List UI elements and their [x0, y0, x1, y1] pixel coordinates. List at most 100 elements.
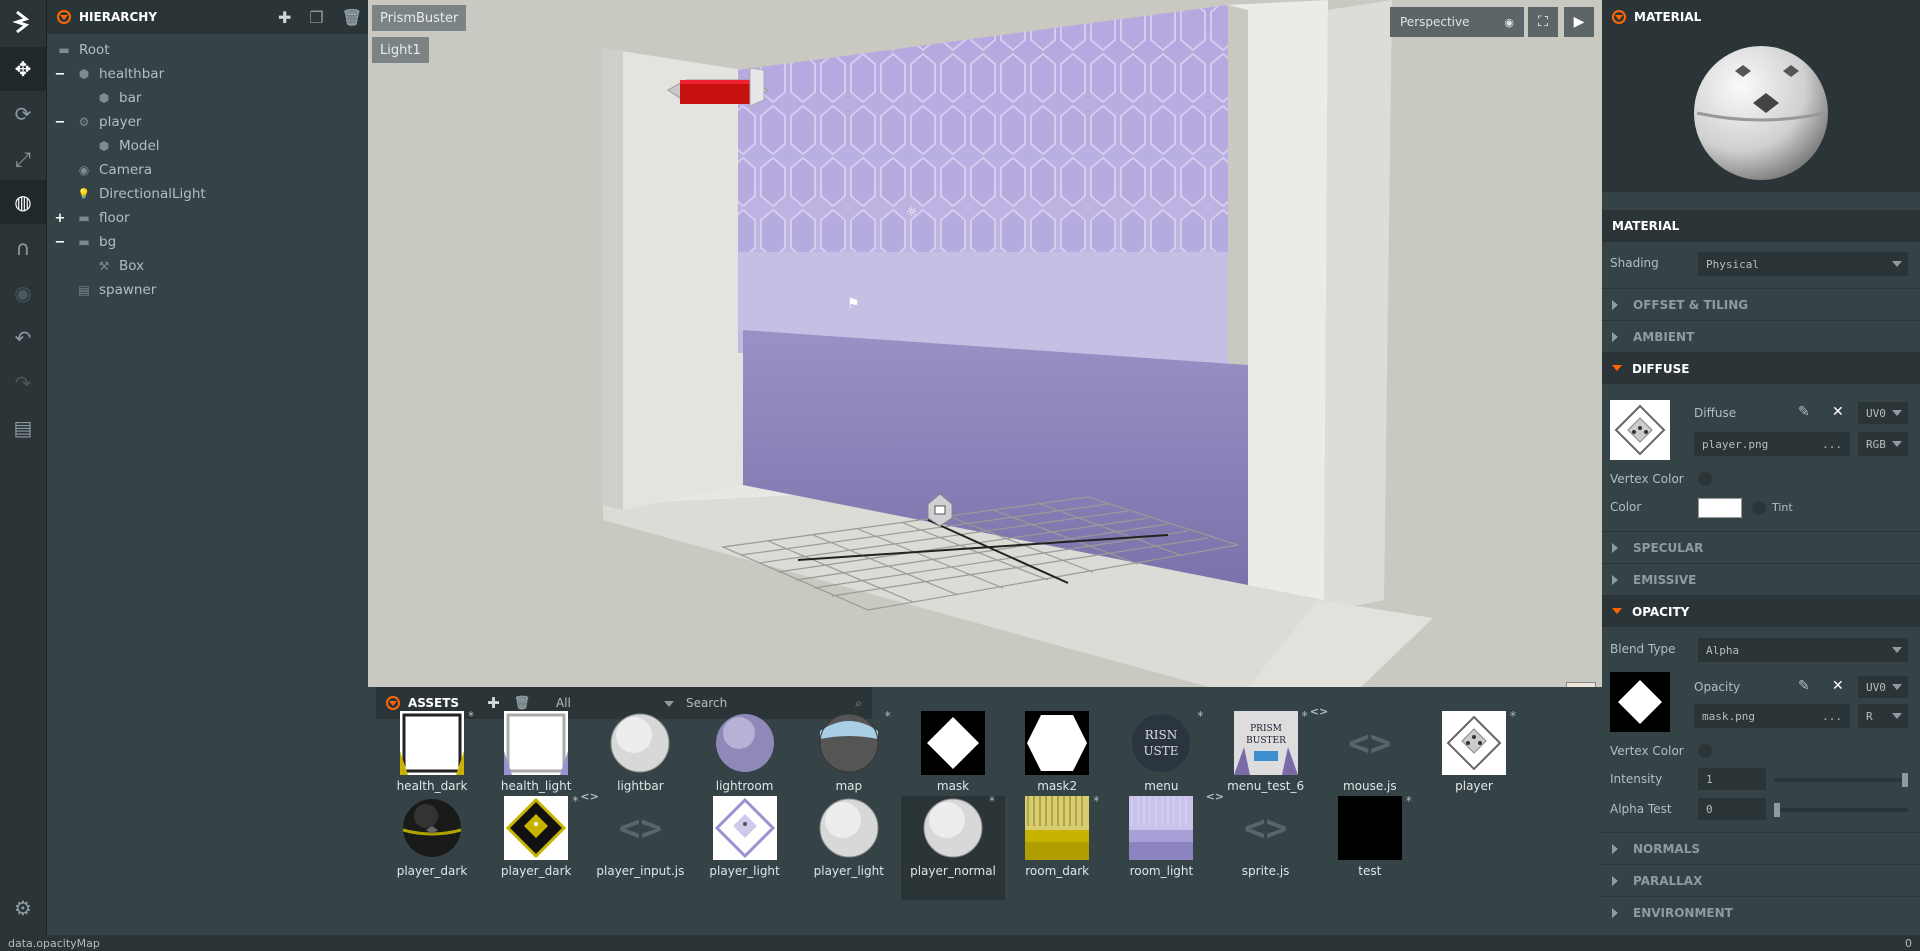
normals-section[interactable]: NORMALS: [1602, 832, 1920, 864]
diffuse-uv-select[interactable]: UV0: [1858, 402, 1908, 424]
delete-icon[interactable]: 🗑: [342, 8, 362, 27]
rotate-tool-icon[interactable]: ⟳: [0, 92, 46, 136]
asset-label: mouse.js: [1342, 779, 1397, 793]
diffuse-vertex-color-checkbox[interactable]: [1698, 472, 1712, 486]
diffuse-tint-checkbox[interactable]: [1752, 501, 1766, 515]
intensity-input[interactable]: 1: [1698, 768, 1766, 790]
opacity-uv-select[interactable]: UV0: [1858, 676, 1908, 698]
shading-select[interactable]: Physical: [1698, 252, 1908, 276]
diffuse-section[interactable]: DIFFUSE: [1602, 352, 1920, 384]
intensity-slider-handle[interactable]: [1902, 773, 1908, 787]
launch-play-icon[interactable]: ▶: [1564, 7, 1594, 37]
settings-gear-icon[interactable]: ⚙: [0, 886, 46, 930]
diffuse-thumbnail[interactable]: [1610, 400, 1670, 460]
tree-item-box[interactable]: ⚒ Box: [47, 254, 368, 278]
modified-star: *: [468, 709, 474, 723]
gear-icon: ⚙: [78, 115, 90, 129]
snap-magnet-icon[interactable]: ∩: [0, 226, 46, 270]
duplicate-icon[interactable]: ❐: [309, 8, 323, 27]
asset-tile[interactable]: player_light: [797, 796, 901, 900]
tree-item-bg[interactable]: − ▬ bg: [47, 230, 368, 254]
asset-label: room_dark: [1025, 864, 1090, 878]
camera-select[interactable]: Perspective ◉: [1390, 7, 1524, 37]
specular-section[interactable]: SPECULAR: [1602, 531, 1920, 563]
playcanvas-logo-icon[interactable]: [0, 0, 46, 44]
scale-tool-icon[interactable]: ⤢: [0, 137, 46, 181]
asset-tile[interactable]: player_dark: [380, 796, 484, 900]
blend-type-select[interactable]: Alpha: [1698, 638, 1908, 662]
diffuse-file-field[interactable]: player.png ...: [1694, 432, 1850, 456]
tree-item-camera[interactable]: ◉ Camera: [47, 158, 368, 182]
clear-diffuse-icon[interactable]: ✕: [1832, 404, 1844, 420]
alpha-test-slider-handle[interactable]: [1774, 803, 1780, 817]
opacity-file-field[interactable]: mask.png ...: [1694, 704, 1850, 728]
asset-tile[interactable]: * player_dark: [484, 794, 588, 900]
offset-tiling-section[interactable]: OFFSET & TILING: [1602, 288, 1920, 320]
asset-label: health_dark: [396, 779, 468, 793]
fullscreen-icon[interactable]: ⛶: [1528, 7, 1558, 37]
intensity-slider[interactable]: [1774, 773, 1908, 787]
collapse-tree-icon[interactable]: −: [53, 235, 67, 250]
asset-tile[interactable]: player_light: [693, 796, 797, 900]
add-entity-icon[interactable]: ✚: [278, 8, 291, 27]
opacity-thumbnail[interactable]: [1610, 672, 1670, 732]
tree-item-spawner[interactable]: ▤ spawner: [47, 278, 368, 302]
asset-tile[interactable]: * player_normal: [901, 794, 1005, 900]
scene-name-tag[interactable]: PrismBuster: [372, 5, 467, 31]
asset-label: lightroom: [715, 779, 774, 793]
expand-icon[interactable]: +: [53, 211, 67, 226]
ambient-section[interactable]: AMBIENT: [1602, 320, 1920, 352]
collapse-tree-icon[interactable]: −: [53, 67, 67, 82]
clear-opacity-icon[interactable]: ✕: [1832, 678, 1844, 694]
asset-tile[interactable]: <> <> sprite.js: [1206, 790, 1318, 900]
edit-diffuse-icon[interactable]: ✎: [1798, 404, 1810, 420]
opacity-channel-value: R: [1866, 709, 1873, 723]
asset-label: player_dark: [396, 864, 468, 878]
diffuse-file-dots[interactable]: ...: [1822, 438, 1842, 451]
parallax-section[interactable]: PARALLAX: [1602, 864, 1920, 896]
diffuse-channel-select[interactable]: RGB: [1858, 432, 1908, 456]
translate-tool-icon[interactable]: ✥: [0, 47, 46, 91]
asset-tile[interactable]: * room_dark: [1005, 794, 1109, 900]
edit-opacity-icon[interactable]: ✎: [1798, 678, 1810, 694]
alpha-test-slider[interactable]: [1774, 803, 1908, 817]
diffuse-color-swatch[interactable]: [1698, 498, 1742, 518]
visibility-eye-icon[interactable]: ◉: [0, 271, 46, 315]
opacity-uv-value: UV0: [1866, 680, 1886, 694]
undo-icon[interactable]: ↶: [0, 316, 46, 360]
tree-item-healthbar[interactable]: − ⬢ healthbar: [47, 62, 368, 86]
asset-tile[interactable]: * player: [1422, 709, 1526, 815]
tree-item-label: DirectionalLight: [99, 186, 206, 202]
material-preview: [1602, 34, 1920, 192]
asset-tile[interactable]: room_light: [1109, 796, 1213, 900]
add-asset-icon[interactable]: ✚: [487, 694, 500, 712]
opacity-file-dots[interactable]: ...: [1822, 710, 1842, 723]
tree-item-model[interactable]: ⬢ Model: [47, 134, 368, 158]
delete-asset-icon[interactable]: 🗑: [514, 696, 531, 711]
opacity-channel-select[interactable]: R: [1858, 704, 1908, 728]
emissive-section[interactable]: EMISSIVE: [1602, 563, 1920, 595]
collapse-tree-icon[interactable]: −: [53, 115, 67, 130]
tree-item-bar[interactable]: ⬢ bar: [47, 86, 368, 110]
assets-collapse-icon[interactable]: [386, 696, 400, 710]
material-collapse-icon[interactable]: [1612, 10, 1626, 24]
folder-icon: ▬: [78, 235, 90, 249]
chat-icon[interactable]: ▤: [0, 406, 46, 450]
asset-tile[interactable]: * test: [1318, 794, 1422, 900]
opacity-vertex-color-checkbox[interactable]: [1698, 744, 1712, 758]
world-space-icon[interactable]: ◍: [0, 180, 46, 224]
camera-dropdown-icon: ◉: [1504, 15, 1514, 29]
asset-thumbnail: [817, 711, 881, 775]
tree-item-root[interactable]: ▬ Root: [47, 38, 368, 62]
bulb-icon: 💡: [77, 188, 91, 200]
asset-tile[interactable]: <> <> player_input.js: [580, 790, 692, 900]
selected-entity-tag[interactable]: Light1: [372, 37, 429, 63]
environment-section[interactable]: ENVIRONMENT: [1602, 896, 1920, 928]
redo-icon[interactable]: ↷: [0, 361, 46, 405]
tree-item-player[interactable]: − ⚙ player: [47, 110, 368, 134]
alpha-test-input[interactable]: 0: [1698, 798, 1766, 820]
collapse-icon[interactable]: [57, 10, 71, 24]
tree-item-floor[interactable]: + ▬ floor: [47, 206, 368, 230]
tree-item-directionallight[interactable]: 💡 DirectionalLight: [47, 182, 368, 206]
opacity-section[interactable]: OPACITY: [1602, 595, 1920, 627]
